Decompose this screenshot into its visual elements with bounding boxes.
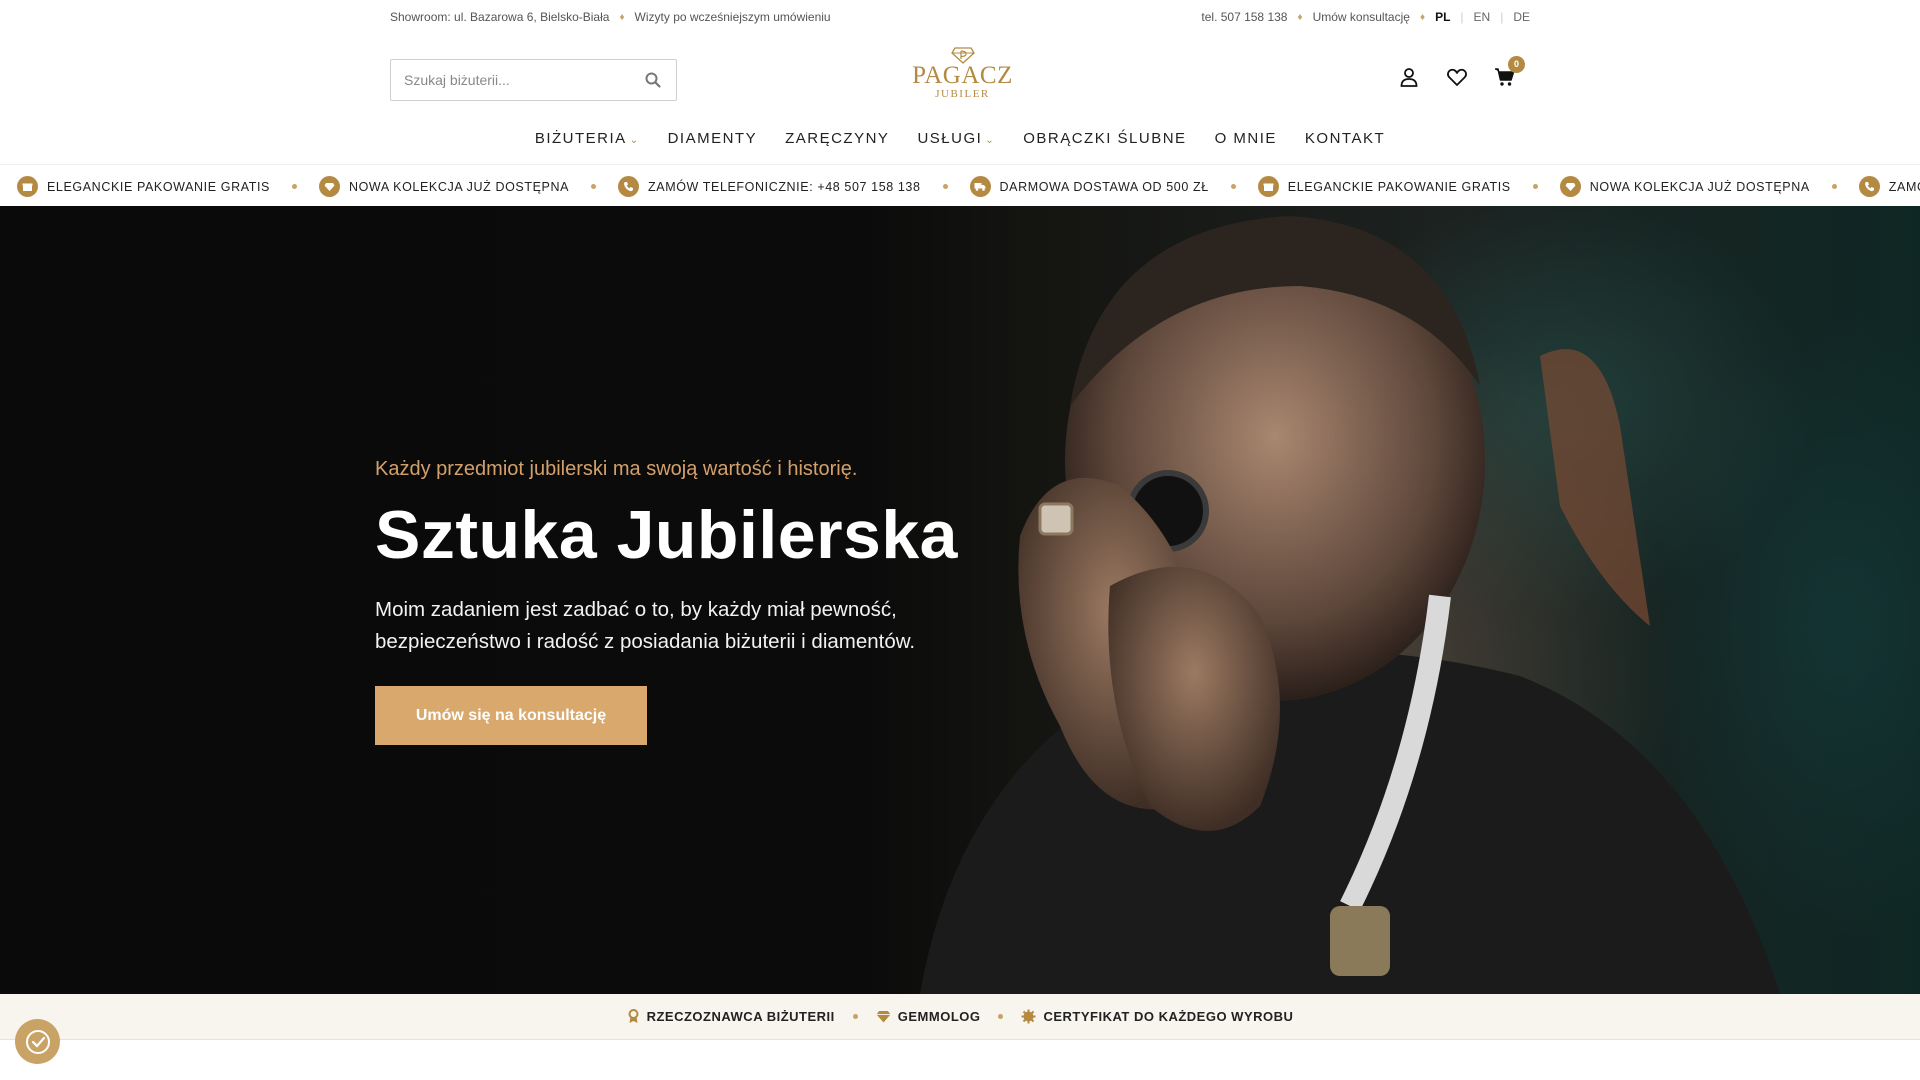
marquee-item: NOWA KOLEKCJA JUŻ DOSTĘPNA (1559, 176, 1810, 197)
cookie-settings-icon[interactable] (15, 1019, 60, 1064)
diamond-separator-icon: ♦ (1297, 11, 1303, 23)
nav-item-obraczki[interactable]: OBRĄCZKI ŚLUBNE (1009, 130, 1200, 147)
hero-title: Sztuka Jubilerska (375, 497, 958, 573)
top-info-bar: Showroom: ul. Bazarowa 6, Bielsko-Biała … (0, 0, 1920, 32)
diamond-icon (1559, 176, 1581, 197)
marquee-item: ELEGANCKIE PAKOWANIE GRATIS (17, 176, 270, 197)
marquee-dot (291, 184, 297, 189)
consultation-button[interactable]: Umów się na konsultację (375, 686, 647, 745)
hero-eyebrow: Każdy przedmiot jubilerski ma swoją wart… (375, 458, 858, 480)
truck-icon (969, 176, 991, 197)
feature-label: CERTYFIKAT DO KAŻDEGO WYROBU (1043, 1009, 1294, 1024)
marquee-text: DARMOWA DOSTAWA OD 500 ZŁ (999, 179, 1209, 194)
marquee-dot (1230, 184, 1236, 189)
promo-marquee: ELEGANCKIE PAKOWANIE GRATIS NOWA KOLEKCJ… (0, 164, 1920, 206)
award-icon (628, 1009, 639, 1023)
feature-item: GEMMOLOG (876, 1009, 981, 1024)
marquee-item: NOWA KOLEKCJA JUŻ DOSTĘPNA (318, 176, 570, 197)
nav-item-zareczyny[interactable]: ZARĘCZYNY (771, 130, 903, 147)
phone-icon (1858, 176, 1880, 197)
nav-item-uslugi[interactable]: USŁUGI ⌄ (903, 130, 1009, 147)
marquee-text: NOWA KOLEKCJA JUŻ DOSTĘPNA (1589, 179, 1810, 194)
lang-en[interactable]: EN (1474, 10, 1491, 24)
lang-divider: | (1460, 10, 1464, 24)
logo-name: PAGACZ (912, 62, 1013, 89)
diamond-icon (318, 176, 340, 197)
main-navigation: BIŻUTERIA ⌄ DIAMENTY ZARĘCZYNY USŁUGI ⌄ OB… (0, 130, 1920, 147)
feature-dot (852, 1014, 858, 1019)
marquee-text: ZAMÓW TELEFONICZNIE: +48 507 158 138 (648, 179, 921, 194)
marquee-text: ELEGANCKIE PAKOWANIE GRATIS (47, 179, 270, 194)
marquee-item: ZAMÓW TELEFONICZNIE: +48 507 158 138 (1858, 176, 1920, 197)
account-icon[interactable] (1398, 66, 1420, 88)
nav-label: BIŻUTERIA (534, 130, 627, 147)
visits-info: Wizyty po wcześniejszym umówieniu (634, 10, 831, 24)
feature-label: RZECZOZNAWCA BIŻUTERII (646, 1009, 835, 1024)
search-input[interactable] (404, 72, 634, 88)
hero-banner: Każdy przedmiot jubilerski ma swoją wart… (0, 206, 1920, 994)
chevron-down-icon: ⌄ (629, 135, 640, 146)
feature-item: CERTYFIKAT DO KAŻDEGO WYROBU (1021, 1009, 1293, 1024)
header-actions: 0 (1398, 56, 1525, 88)
lang-de[interactable]: DE (1513, 10, 1530, 24)
nav-item-diamenty[interactable]: DIAMENTY (654, 130, 772, 147)
lang-pl[interactable]: PL (1435, 10, 1450, 24)
marquee-item: ELEGANCKIE PAKOWANIE GRATIS (1257, 176, 1511, 197)
marquee-dot (1532, 184, 1538, 189)
consult-link[interactable]: Umów konsultację (1313, 10, 1410, 24)
wishlist-heart-icon[interactable] (1446, 66, 1468, 88)
marquee-text: ZAMÓW TELEFONICZNIE: +48 507 158 138 (1888, 179, 1920, 194)
marquee-item: DARMOWA DOSTAWA OD 500 ZŁ (969, 176, 1209, 197)
showroom-address: Showroom: ul. Bazarowa 6, Bielsko-Biała (390, 10, 610, 24)
hero-jeweler-photo (920, 216, 1780, 994)
diamond-separator-icon: ♦ (1419, 11, 1426, 23)
nav-item-kontakt[interactable]: KONTAKT (1291, 130, 1399, 147)
logo-subtitle: JUBILER (935, 88, 990, 100)
phone-link[interactable]: tel. 507 158 138 (1201, 10, 1287, 24)
cart-icon[interactable]: 0 (1494, 56, 1525, 88)
nav-item-o-mnie[interactable]: O MNIE (1201, 130, 1291, 147)
nav-label: USŁUGI (917, 130, 983, 147)
hero-lead: Moim zadaniem jest zadbać o to, by każdy… (375, 598, 916, 653)
gift-icon (17, 176, 38, 197)
certificate-seal-icon (1021, 1009, 1036, 1024)
marquee-dot (591, 184, 597, 189)
chevron-down-icon: ⌄ (985, 135, 996, 146)
marquee-dot (1831, 184, 1837, 189)
gem-icon (876, 1011, 891, 1023)
feature-item: RZECZOZNAWCA BIŻUTERII (627, 1009, 835, 1024)
site-logo[interactable]: PAGACZ JUBILER (905, 46, 1020, 110)
marquee-text: ELEGANCKIE PAKOWANIE GRATIS (1287, 179, 1511, 194)
search-icon[interactable] (644, 71, 662, 89)
marquee-text: NOWA KOLEKCJA JUŻ DOSTĘPNA (348, 179, 570, 194)
diamond-separator-icon: ♦ (619, 11, 625, 23)
phone-icon (618, 176, 640, 197)
marquee-dot (942, 184, 948, 189)
feature-label: GEMMOLOG (897, 1009, 981, 1024)
marquee-item: ZAMÓW TELEFONICZNIE: +48 507 158 138 (618, 176, 921, 197)
cart-count-badge: 0 (1508, 56, 1525, 73)
gift-icon (1257, 176, 1279, 197)
feature-dot (998, 1014, 1004, 1019)
nav-item-bizuteria[interactable]: BIŻUTERIA ⌄ (521, 130, 654, 147)
lang-divider: | (1500, 10, 1504, 24)
search-box (390, 59, 677, 101)
features-strip: RZECZOZNAWCA BIŻUTERII GEMMOLOG CERTYFIK… (0, 994, 1920, 1040)
